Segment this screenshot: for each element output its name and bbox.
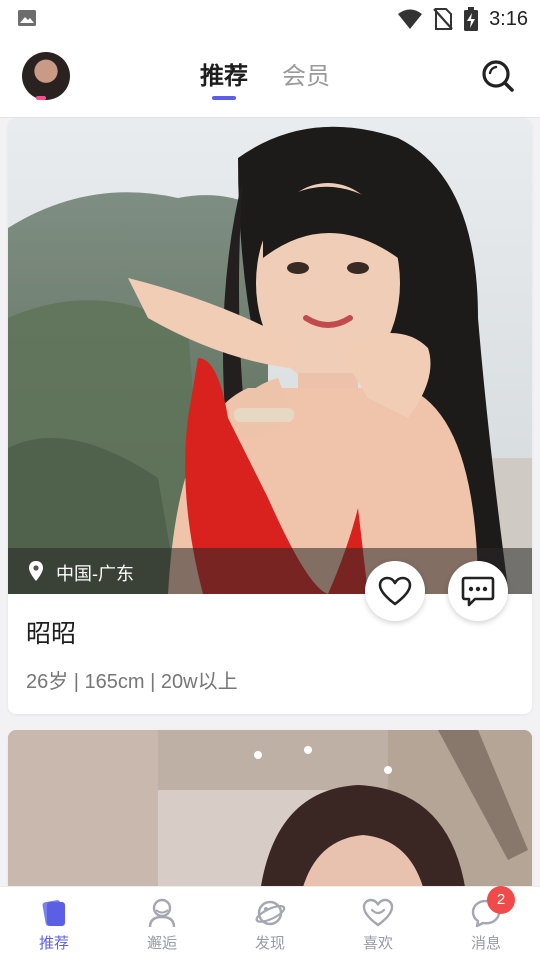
chat-button[interactable] bbox=[448, 561, 508, 621]
top-tabs: 推荐 会员 bbox=[200, 56, 330, 100]
like-button[interactable] bbox=[365, 561, 425, 621]
search-icon[interactable] bbox=[480, 58, 516, 94]
profile-photo[interactable] bbox=[8, 118, 532, 594]
profile-card[interactable] bbox=[8, 730, 532, 910]
status-bar: 3:16 bbox=[0, 0, 540, 38]
chat-icon bbox=[461, 576, 495, 607]
nav-encounter[interactable]: 邂逅 bbox=[108, 887, 216, 960]
tab-recommend[interactable]: 推荐 bbox=[200, 56, 248, 100]
wifi-icon bbox=[398, 9, 423, 29]
nav-discover-label: 发现 bbox=[254, 935, 285, 952]
heart-icon bbox=[378, 576, 412, 606]
location-text: 中国-广东 bbox=[56, 564, 134, 584]
profile-card[interactable]: 中国-广东 昭昭 26岁 | 165cm | 20w以上 bbox=[8, 118, 532, 714]
no-sim-icon bbox=[433, 8, 453, 30]
status-icons: 3:16 bbox=[397, 4, 528, 34]
online-indicator bbox=[36, 96, 46, 100]
nav-like-label: 喜欢 bbox=[362, 935, 393, 952]
nav-recommend-label: 推荐 bbox=[38, 935, 69, 952]
tab-member[interactable]: 会员 bbox=[282, 56, 330, 91]
tab-member-label: 会员 bbox=[282, 63, 330, 90]
nav-recommend[interactable]: 推荐 bbox=[0, 887, 108, 960]
active-tab-indicator bbox=[212, 96, 236, 100]
profile-details: 26岁 | 165cm | 20w以上 bbox=[26, 671, 238, 693]
image-icon bbox=[18, 10, 36, 26]
status-time: 3:16 bbox=[489, 7, 528, 30]
app-screen: 3:16 推荐 会员 中国-广东 昭昭 26岁 | 165cm | 20w以上 … bbox=[0, 0, 540, 960]
location-pin-icon bbox=[29, 561, 43, 581]
person-icon bbox=[148, 898, 176, 928]
profile-photo[interactable] bbox=[8, 730, 532, 910]
avatar[interactable] bbox=[22, 52, 70, 100]
cards-icon bbox=[42, 900, 65, 926]
top-header: 推荐 会员 bbox=[0, 38, 540, 118]
nav-like[interactable]: 喜欢 bbox=[324, 887, 432, 960]
tab-recommend-label: 推荐 bbox=[200, 63, 248, 90]
nav-discover[interactable]: 发现 bbox=[216, 887, 324, 960]
message-badge: 2 bbox=[487, 886, 515, 914]
nav-messages[interactable]: 消息 bbox=[432, 887, 540, 960]
battery-charging-icon bbox=[464, 7, 479, 31]
planet-icon bbox=[255, 900, 286, 926]
nav-messages-label: 消息 bbox=[470, 935, 501, 952]
bottom-nav: 推荐 邂逅 发现 喜欢 消息 bbox=[0, 886, 540, 960]
profile-name: 昭昭 bbox=[26, 620, 77, 648]
heart-smile-icon bbox=[362, 898, 394, 927]
nav-encounter-label: 邂逅 bbox=[146, 935, 177, 952]
